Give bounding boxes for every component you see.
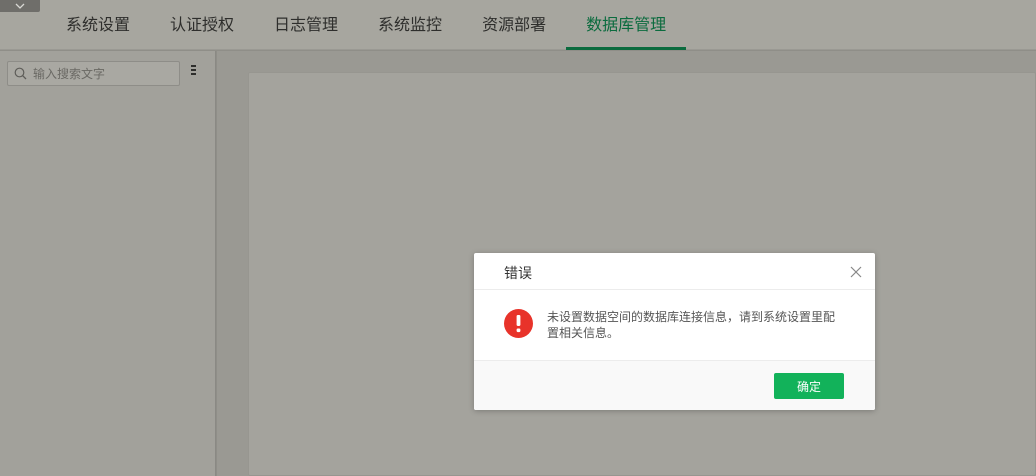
dialog-title: 错误 xyxy=(504,266,532,282)
tab-system-monitor[interactable]: 系统监控 xyxy=(358,0,462,50)
dialog-message: 未设置数据空间的数据库连接信息，请到系统设置里配置相关信息。 xyxy=(547,310,836,340)
search-input[interactable] xyxy=(33,66,173,81)
collapse-toggle[interactable] xyxy=(0,0,40,12)
close-icon[interactable] xyxy=(849,265,863,279)
tab-log-management[interactable]: 日志管理 xyxy=(254,0,358,50)
sidebar xyxy=(0,51,216,476)
search-box xyxy=(7,61,180,86)
search-icon xyxy=(14,67,27,80)
more-menu-icon[interactable] xyxy=(188,65,198,83)
ok-button[interactable]: 确定 xyxy=(774,373,844,399)
tab-auth[interactable]: 认证授权 xyxy=(150,0,254,50)
dialog-footer: 确定 xyxy=(474,360,875,410)
tab-database-management[interactable]: 数据库管理 xyxy=(566,0,687,50)
error-icon xyxy=(504,309,533,338)
tab-bar: 系统设置 认证授权 日志管理 系统监控 资源部署 数据库管理 xyxy=(46,0,687,50)
chevron-down-icon xyxy=(15,3,25,9)
tab-resource-deploy[interactable]: 资源部署 xyxy=(462,0,566,50)
error-dialog: 错误 未设置数据空间的数据库连接信息，请到系统设置里配置相关信息。 确定 xyxy=(474,253,875,410)
dialog-body: 未设置数据空间的数据库连接信息，请到系统设置里配置相关信息。 xyxy=(474,290,875,360)
tab-system-settings[interactable]: 系统设置 xyxy=(46,0,150,50)
dialog-header: 错误 xyxy=(474,253,875,290)
app-window: 系统设置 认证授权 日志管理 系统监控 资源部署 数据库管理 错误 xyxy=(0,0,1036,476)
top-navigation: 系统设置 认证授权 日志管理 系统监控 资源部署 数据库管理 xyxy=(0,0,1036,50)
